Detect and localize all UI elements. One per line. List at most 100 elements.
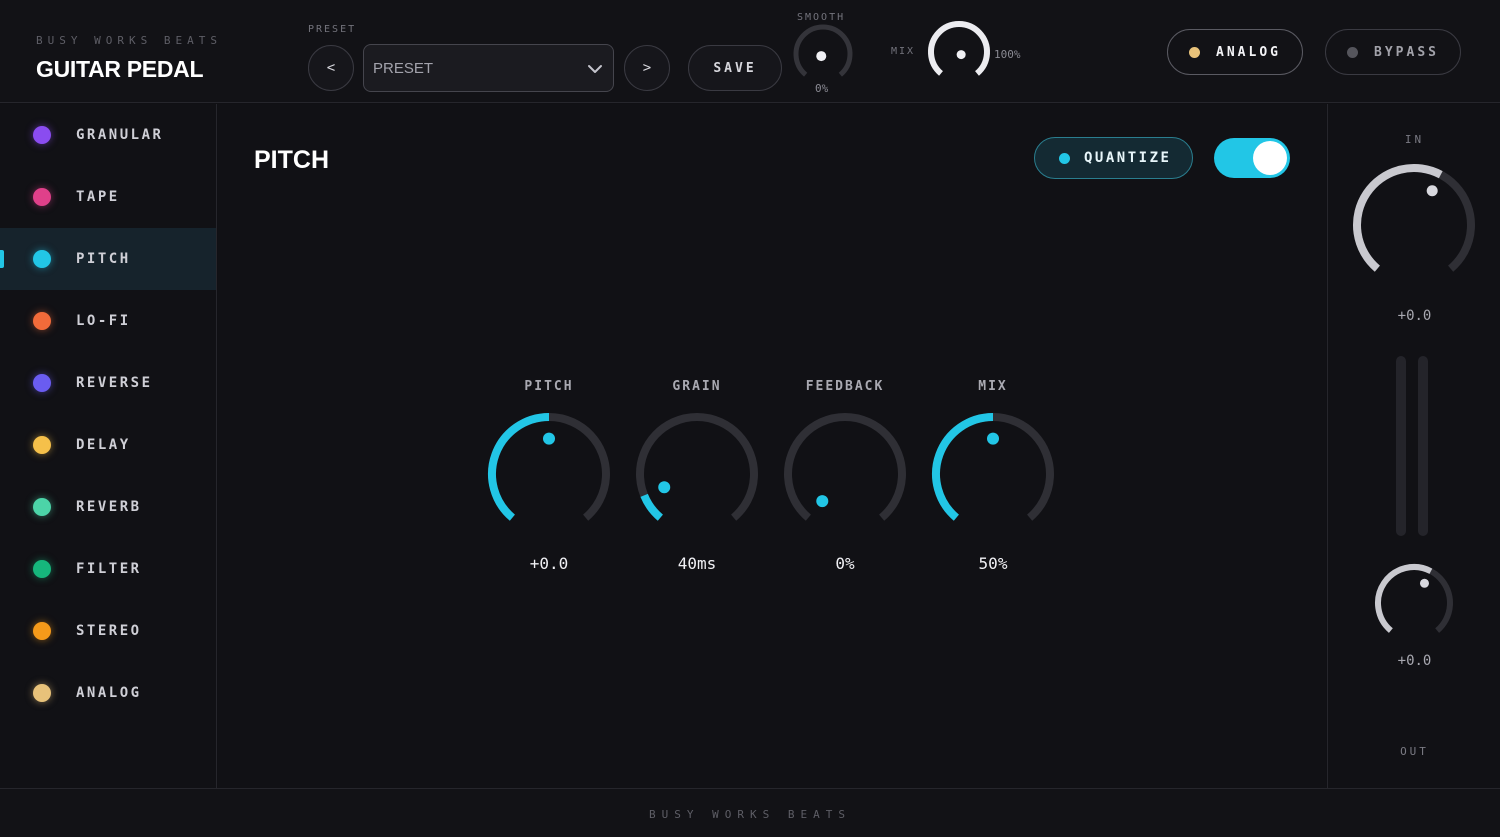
chevron-down-icon [588,65,602,73]
sidebar-item-tape[interactable]: TAPE [0,166,216,228]
level-meter-right [1418,356,1428,536]
knob-value-arc [928,21,990,76]
sidebar-item-label: DELAY [76,437,131,453]
save-button[interactable]: SAVE [688,45,782,91]
grain-knob[interactable] [627,404,767,534]
knob-value-arc [488,413,550,521]
knob-pointer-dot [543,432,555,445]
sidebar-item-label: REVERSE [76,375,153,391]
mix-value: 100% [994,48,1021,61]
effect-enable-toggle[interactable] [1214,138,1290,178]
bypass-indicator-dot [1347,46,1359,58]
sidebar-item-pitch[interactable]: PITCH [0,228,216,290]
smooth-knob[interactable] [789,22,857,82]
plugin-title: GUITAR PEDAL [36,56,204,82]
knob-pointer-dot [987,432,999,445]
sidebar-item-label: PITCH [76,251,131,267]
knob-value-arc [1353,164,1443,272]
io-panel: IN +0.0 +0.0 OUT [1327,104,1500,788]
preset-dropdown-value: PRESET [373,59,434,77]
effect-panel: PITCH QUANTIZE PITCH +0.0 GRAIN 40ms FEEDBAC… [218,104,1326,788]
input-gain-value: +0.0 [1397,308,1432,324]
page-title: PITCH [254,146,329,174]
sidebar-item-label: REVERB [76,499,142,515]
master-mix-knob[interactable] [925,18,993,80]
bypass-button-label: BYPASS [1374,44,1439,60]
effect-sidebar: GRANULAR TAPE PITCH LO-FI REVERSE DELAY REVERB… [0,104,217,788]
knob-value-arc [1375,564,1433,633]
quantize-label: QUANTIZE [1084,150,1172,166]
pitch-knob-label: PITCH [524,379,574,394]
header-bar: BUSY WORKS BEATS GUITAR PEDAL PRESET < P… [0,0,1500,103]
effect-color-dot [33,560,51,578]
mix-knob-label: MIX [978,379,1008,394]
effect-color-dot [33,684,51,702]
analog-button[interactable]: ANALOG [1167,29,1303,75]
feedback-knob-label: FEEDBACK [805,379,885,394]
next-preset-button[interactable]: > [624,45,670,91]
input-gain-knob[interactable] [1349,160,1479,280]
effect-color-dot [33,374,51,392]
quantize-indicator-dot [1059,152,1070,164]
sidebar-item-delay[interactable]: DELAY [0,414,216,476]
effect-color-dot [33,498,51,516]
sidebar-item-analog[interactable]: ANALOG [0,662,216,724]
knob-pointer-dot [816,51,827,62]
footer-bar: BUSY WORKS BEATS [0,788,1500,837]
analog-indicator-dot [1189,46,1201,58]
toggle-knob [1253,141,1287,175]
pitch-knob-value: +0.0 [529,554,569,573]
knob-value-arc [640,493,664,521]
prev-preset-button[interactable]: < [308,45,354,91]
sidebar-item-label: FILTER [76,561,142,577]
mix-knob-value: 50% [978,554,1008,573]
output-gain-knob[interactable] [1370,560,1458,640]
grain-knob-value: 40ms [677,554,717,573]
knob-value-arc [932,413,994,521]
knob-pointer-dot [1426,185,1438,197]
level-meter-left [1396,356,1406,536]
smooth-value: 0% [815,82,829,95]
preset-dropdown[interactable]: PRESET [363,44,614,92]
effect-color-dot [33,188,51,206]
grain-knob-label: GRAIN [672,379,722,394]
feedback-knob-value: 0% [835,554,855,573]
sidebar-item-granular[interactable]: GRANULAR [0,104,216,166]
knob-pointer-dot [1419,578,1429,588]
output-gain-value: +0.0 [1397,653,1432,669]
knob-track [793,24,853,77]
preset-label: PRESET [308,24,357,35]
feedback-knob[interactable] [775,404,915,534]
sidebar-item-stereo[interactable]: STEREO [0,600,216,662]
effect-color-dot [33,436,51,454]
footer-brand: BUSY WORKS BEATS [649,808,851,821]
pitch-knob[interactable] [479,404,619,534]
knob-pointer-dot [816,495,829,508]
sidebar-item-filter[interactable]: FILTER [0,538,216,600]
bypass-button[interactable]: BYPASS [1325,29,1461,75]
effect-color-dot [33,126,51,144]
effect-color-dot [33,250,51,268]
knob-pointer-dot [658,481,671,494]
knob-track [636,413,758,521]
effect-color-dot [33,312,51,330]
knob-track [784,413,906,521]
effect-color-dot [33,622,51,640]
input-label: IN [1404,133,1425,146]
active-indicator [0,250,4,268]
sidebar-item-label: GRANULAR [76,127,164,143]
output-label: OUT [1400,745,1429,758]
sidebar-item-label: LO-FI [76,313,131,329]
sidebar-item-lo-fi[interactable]: LO-FI [0,290,216,352]
quantize-button[interactable]: QUANTIZE [1034,137,1193,179]
sidebar-item-reverse[interactable]: REVERSE [0,352,216,414]
brand-subtitle: BUSY WORKS BEATS [36,34,222,47]
sidebar-item-label: ANALOG [76,685,142,701]
mix-label: MIX [891,46,916,57]
sidebar-item-label: TAPE [76,189,120,205]
knob-pointer-dot [956,50,966,60]
analog-button-label: ANALOG [1216,44,1281,60]
sidebar-item-reverb[interactable]: REVERB [0,476,216,538]
sidebar-item-label: STEREO [76,623,142,639]
mix-knob[interactable] [923,404,1063,534]
